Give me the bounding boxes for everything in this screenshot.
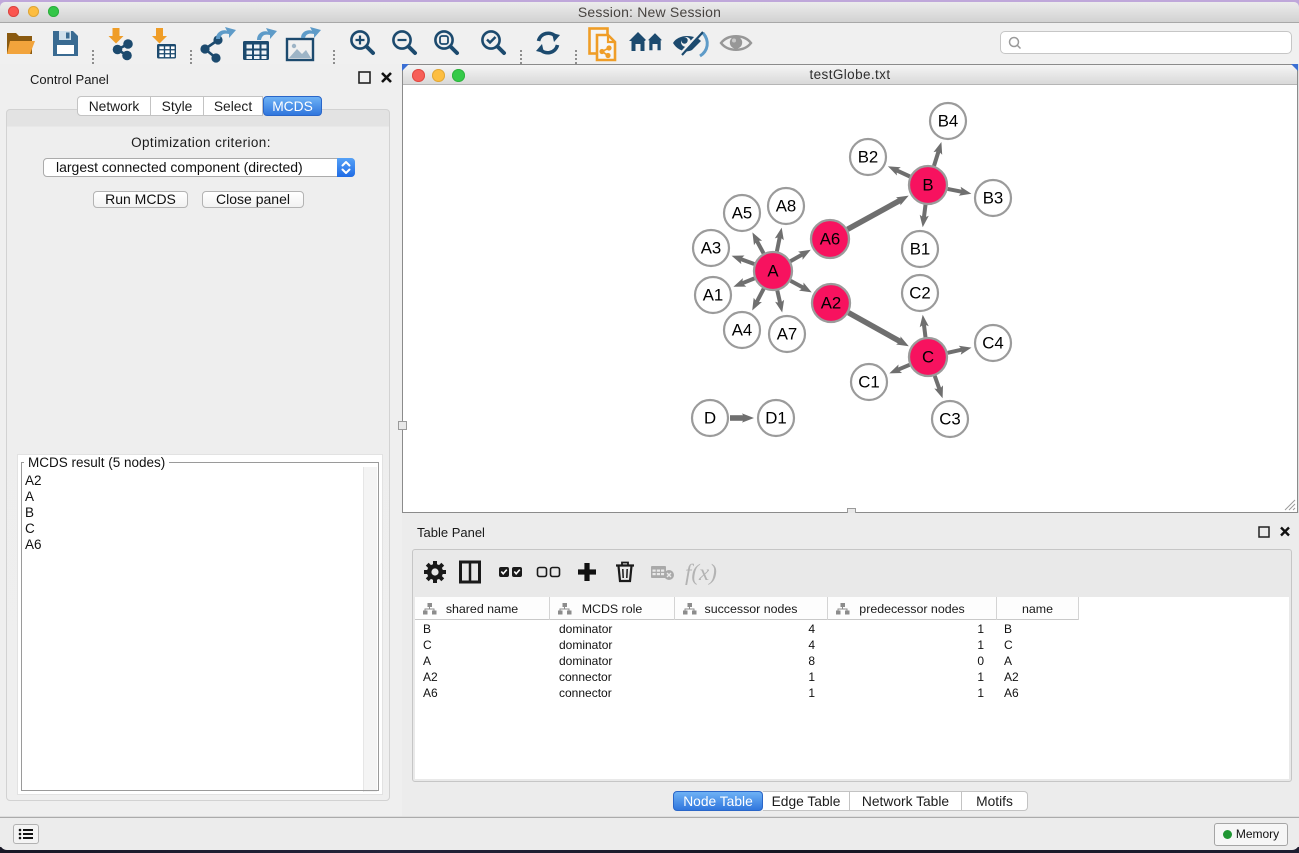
svg-text:A2: A2 (821, 294, 842, 313)
svg-text:B1: B1 (910, 240, 931, 259)
svg-text:B: B (922, 176, 933, 195)
svg-text:A6: A6 (820, 230, 841, 249)
svg-text:f(x): f(x) (685, 560, 717, 585)
svg-text:B4: B4 (938, 112, 959, 131)
svg-text:C4: C4 (982, 334, 1003, 353)
svg-text:A5: A5 (732, 204, 753, 223)
svg-text:A3: A3 (701, 239, 722, 258)
svg-text:A8: A8 (776, 197, 797, 216)
svg-text:C1: C1 (858, 373, 879, 392)
svg-text:A4: A4 (732, 321, 753, 340)
svg-text:A: A (767, 262, 779, 281)
svg-text:B3: B3 (983, 189, 1004, 208)
svg-text:B2: B2 (858, 148, 879, 167)
svg-text:A1: A1 (703, 286, 724, 305)
svg-text:A7: A7 (777, 325, 798, 344)
svg-text:C: C (922, 348, 934, 367)
svg-text:C2: C2 (909, 284, 930, 303)
svg-text:C3: C3 (939, 410, 960, 429)
svg-text:D1: D1 (765, 409, 786, 428)
svg-text:D: D (704, 409, 716, 428)
